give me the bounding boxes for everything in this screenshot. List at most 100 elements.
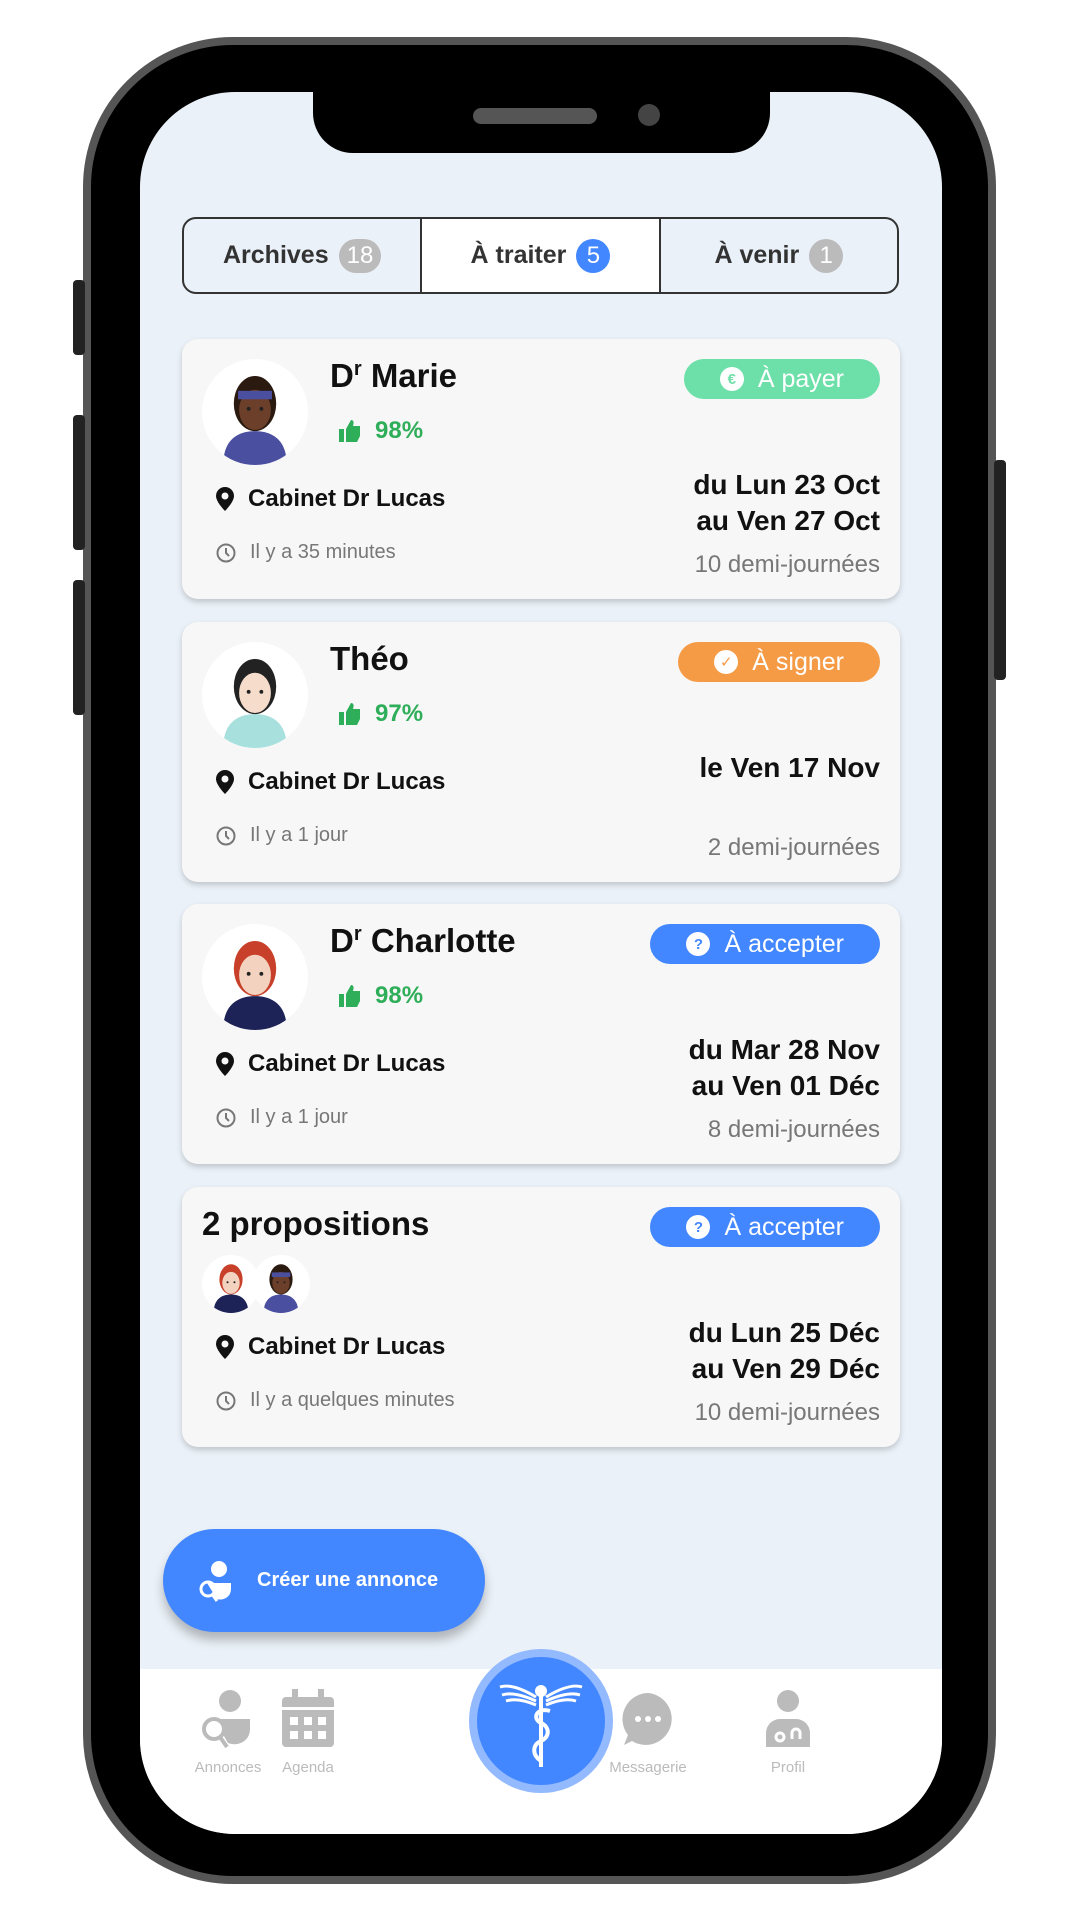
half-days: 8 demi-journées	[707, 1116, 880, 1143]
rating: 98%	[339, 417, 423, 445]
tab-label: Archives	[223, 241, 329, 269]
status-badge: ? À accepter	[650, 1207, 880, 1247]
rating: 97%	[339, 700, 423, 728]
title-sup: r	[353, 358, 362, 380]
status-label: À accepter	[724, 929, 844, 958]
phone-button	[994, 460, 1006, 680]
date-range: du Lun 23 Oct au Ven 27 Oct	[693, 467, 880, 539]
map-pin-icon	[216, 770, 234, 794]
location: Cabinet Dr Lucas	[216, 485, 445, 513]
nav-label: Messagerie	[609, 1759, 687, 1776]
half-days: 10 demi-journées	[694, 551, 880, 578]
avatar	[202, 642, 308, 748]
home-caduceus-button[interactable]	[469, 1649, 613, 1793]
status-badge: ✓ À signer	[678, 642, 880, 682]
status-label: À payer	[757, 364, 844, 393]
title-prefix: D	[330, 357, 354, 394]
date-line: du Mar 28 Nov	[688, 1034, 880, 1065]
date-line: le Ven 17 Nov	[699, 752, 880, 783]
tab-archives[interactable]: Archives 18	[184, 219, 423, 292]
location: Cabinet Dr Lucas	[216, 1333, 445, 1361]
check-icon: ✓	[714, 650, 739, 674]
title-text: Théo	[330, 640, 409, 677]
posted-time: Il y a 1 jour	[216, 1106, 348, 1129]
tab-bar: Archives 18 À traiter 5 À venir 1	[182, 217, 899, 294]
clock-icon	[216, 1108, 236, 1127]
phone-button	[73, 280, 85, 355]
posted-time: Il y a 35 minutes	[216, 541, 396, 564]
euro-icon: €	[719, 367, 744, 391]
title-sup: r	[353, 923, 362, 945]
time-text: Il y a 35 minutes	[250, 541, 396, 563]
nav-profil[interactable]: Profil	[728, 1689, 848, 1776]
question-icon: ?	[686, 1215, 711, 1239]
tab-label: À venir	[714, 241, 800, 269]
phone-button	[73, 580, 85, 715]
status-badge: ? À accepter	[650, 924, 880, 964]
phone-button	[73, 415, 85, 550]
rating-value: 97%	[375, 700, 424, 727]
annonce-card[interactable]: 2 propositions ? À accepter Cabinet Dr Luca…	[182, 1187, 900, 1447]
posted-time: Il y a 1 jour	[216, 824, 348, 847]
date-range: du Mar 28 Nov au Ven 01 Déc	[689, 1032, 880, 1104]
thumbs-up-icon	[339, 420, 360, 442]
time-text: Il y a 1 jour	[250, 824, 348, 846]
annonce-card[interactable]: Dr Marie 98% € À payer Cabinet Dr Lucas Il y …	[182, 339, 900, 599]
rating: 98%	[339, 982, 423, 1010]
avatar	[202, 924, 308, 1030]
create-annonce-label: Créer une annonce	[257, 1569, 439, 1591]
count-badge: 1	[809, 238, 844, 273]
date-line: du Lun 23 Oct	[693, 469, 880, 500]
clock-icon	[216, 543, 236, 562]
title-text: 2 propositions	[202, 1205, 430, 1242]
location-text: Cabinet Dr Lucas	[248, 768, 446, 795]
tab-a-traiter[interactable]: À traiter 5	[422, 219, 661, 292]
time-text: Il y a 1 jour	[250, 1106, 348, 1128]
status-badge: € À payer	[683, 359, 880, 399]
title-text: Charlotte	[370, 922, 516, 959]
card-title: Dr Marie	[330, 357, 457, 395]
card-title: Théo	[330, 640, 409, 678]
annonce-card[interactable]: Théo 97% ✓ À signer Cabinet Dr Lucas Il y a 1…	[182, 622, 900, 882]
date-range: le Ven 17 Nov	[699, 750, 880, 786]
avatar	[252, 1255, 310, 1313]
count-badge: 5	[576, 238, 611, 273]
notch	[313, 92, 770, 153]
thumbs-up-icon	[339, 703, 360, 725]
map-pin-icon	[216, 1052, 234, 1076]
location: Cabinet Dr Lucas	[216, 768, 445, 796]
annonce-card[interactable]: Dr Charlotte 98%? À accepter Cabinet Dr Luc…	[182, 904, 900, 1164]
status-label: À signer	[752, 647, 844, 676]
chat-icon	[622, 1693, 672, 1745]
caduceus-icon	[499, 1684, 583, 1767]
date-line: au Ven 29 Déc	[691, 1353, 880, 1384]
title-text: Marie	[370, 357, 458, 394]
question-icon: ?	[686, 932, 711, 956]
title-prefix: D	[330, 922, 354, 959]
clock-icon	[216, 1391, 236, 1410]
half-days: 10 demi-journées	[694, 1399, 880, 1426]
nav-agenda[interactable]: Agenda	[248, 1689, 368, 1776]
doctor-icon	[766, 1690, 810, 1747]
avatar	[202, 359, 308, 465]
rating-value: 98%	[375, 417, 424, 444]
tab-a-venir[interactable]: À venir 1	[661, 219, 897, 292]
nav-label: Agenda	[282, 1759, 334, 1776]
date-range: du Lun 25 Déc au Ven 29 Déc	[689, 1315, 880, 1387]
time-text: Il y a quelques minutes	[250, 1389, 455, 1411]
create-annonce-button[interactable]: Créer une annonce	[163, 1529, 485, 1632]
date-line: du Lun 25 Déc	[688, 1317, 880, 1348]
avatar-group	[202, 1255, 310, 1313]
card-title: Dr Charlotte	[330, 922, 516, 960]
map-pin-icon	[216, 487, 234, 511]
nav-label: Profil	[770, 1759, 806, 1776]
map-pin-icon	[216, 1335, 234, 1359]
card-title: 2 propositions	[202, 1205, 429, 1243]
location-text: Cabinet Dr Lucas	[248, 485, 446, 512]
rating-value: 98%	[375, 982, 424, 1009]
app-screen: Archives 18 À traiter 5 À venir 1 Dr Marie 9…	[140, 92, 942, 1834]
half-days: 2 demi-journées	[707, 834, 880, 861]
count-badge: 18	[338, 238, 382, 273]
clock-icon	[216, 826, 236, 845]
user-search-icon	[199, 1560, 231, 1602]
